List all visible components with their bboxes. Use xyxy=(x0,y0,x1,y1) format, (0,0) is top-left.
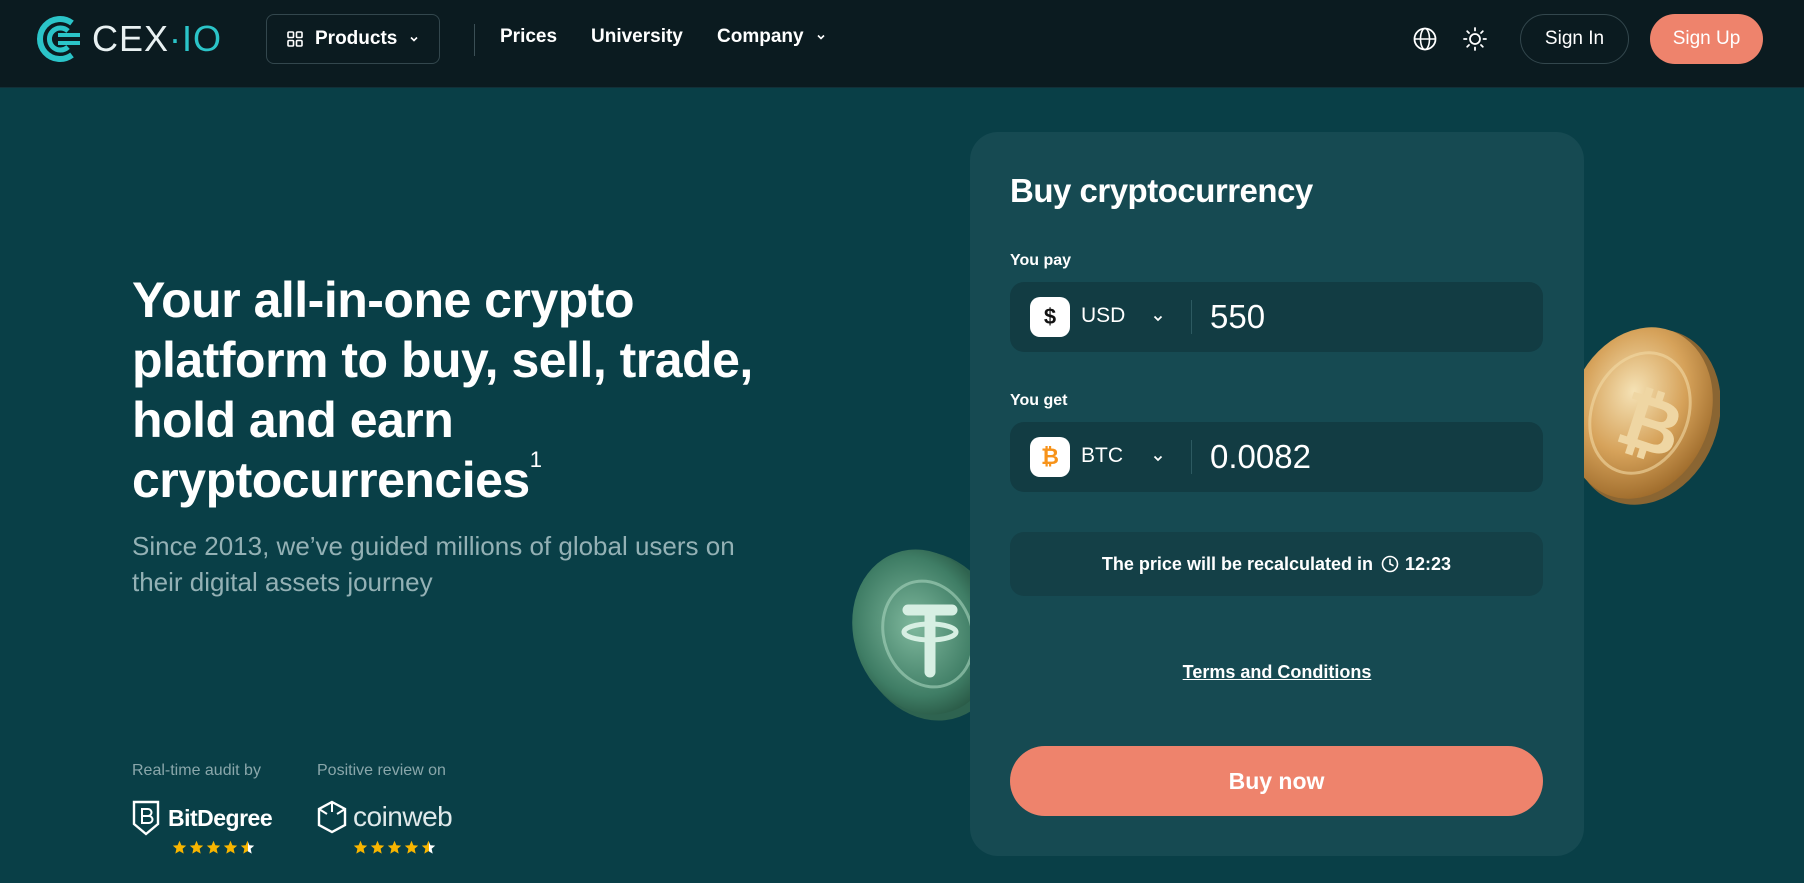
bitdegree-text: BitDegree xyxy=(168,804,273,831)
widget-title: Buy cryptocurrency xyxy=(1010,172,1313,209)
you-get-field: ₿ BTC xyxy=(1010,422,1543,492)
you-get-label: You get xyxy=(1010,392,1068,409)
pay-amount-input[interactable] xyxy=(1210,294,1520,340)
top-nav: CEX·IO Products Prices University Compan… xyxy=(0,0,1804,88)
recalc-timer: 12:23 xyxy=(1405,553,1452,574)
nav-prices[interactable]: Prices xyxy=(500,26,557,48)
sign-in-button[interactable]: Sign In xyxy=(1520,14,1629,64)
get-currency-select[interactable]: BTC xyxy=(1081,444,1123,468)
star-icon xyxy=(387,840,402,854)
clock-icon xyxy=(1381,555,1399,573)
pay-currency-select[interactable]: USD xyxy=(1081,304,1125,328)
you-pay-field: $ USD xyxy=(1010,282,1543,352)
grid-icon xyxy=(287,31,303,47)
nav-university[interactable]: University xyxy=(591,26,683,48)
terms-link[interactable]: Terms and Conditions xyxy=(970,662,1584,683)
audit-label: Real-time audit by xyxy=(132,762,261,779)
sign-up-button[interactable]: Sign Up xyxy=(1650,14,1763,64)
buy-crypto-widget: Buy cryptocurrency You pay $ USD You get… xyxy=(970,132,1584,856)
tether-coin-icon xyxy=(852,549,988,721)
star-icon xyxy=(189,840,204,854)
star-icon xyxy=(206,840,221,854)
products-menu-button[interactable]: Products xyxy=(266,14,440,64)
globe-icon[interactable] xyxy=(1412,26,1438,52)
nav-company-label: Company xyxy=(717,26,804,47)
bitdegree-shield-icon xyxy=(132,800,160,836)
dollar-icon: $ xyxy=(1030,297,1070,337)
star-icon xyxy=(404,840,419,854)
you-pay-label: You pay xyxy=(1010,252,1072,269)
logo-text: CEX·IO xyxy=(92,18,223,59)
half-star-icon xyxy=(421,840,436,854)
field-divider xyxy=(1191,300,1192,334)
recalc-text: The price will be recalculated in xyxy=(1101,553,1374,574)
chevron-down-icon xyxy=(817,34,825,40)
cexio-logo-icon xyxy=(37,16,80,62)
buy-now-button[interactable]: Buy now xyxy=(1010,746,1543,816)
hero-title-text: Your all-in-one crypto platform to buy, … xyxy=(132,272,753,508)
bitcoin-icon: ₿ xyxy=(1030,437,1070,477)
coinweb-rating xyxy=(353,840,438,855)
chevron-down-icon xyxy=(410,36,418,42)
star-icon xyxy=(353,840,368,854)
bitcoin-coin-icon: ₿ xyxy=(1570,327,1720,505)
cexio-logo[interactable]: CEX·IO xyxy=(32,12,222,66)
half-star-icon xyxy=(240,840,255,854)
review-label: Positive review on xyxy=(317,762,446,779)
hero-title: Your all-in-one crypto platform to buy, … xyxy=(132,270,832,510)
nav-company[interactable]: Company xyxy=(717,26,826,48)
hero-title-footnote: 1 xyxy=(529,447,542,472)
nav-divider xyxy=(474,24,475,56)
coinweb-text: coinweb xyxy=(353,801,453,832)
sun-icon[interactable] xyxy=(1462,26,1488,52)
recalculation-notice: The price will be recalculated in 12:23 xyxy=(1010,532,1543,596)
products-label: Products xyxy=(315,28,398,49)
bitdegree-rating xyxy=(172,840,257,855)
hero-subtitle: Since 2013, we’ve guided millions of glo… xyxy=(132,531,735,597)
star-icon xyxy=(223,840,238,854)
chevron-down-icon[interactable] xyxy=(1152,312,1164,324)
star-icon xyxy=(370,840,385,854)
get-amount-input[interactable] xyxy=(1210,434,1520,480)
field-divider xyxy=(1191,440,1192,474)
coinweb-cube-icon xyxy=(317,800,347,834)
coinweb-logo[interactable]: coinweb xyxy=(317,800,453,834)
star-icon xyxy=(172,840,187,854)
chevron-down-icon[interactable] xyxy=(1152,452,1164,464)
bitdegree-logo[interactable]: BitDegree xyxy=(132,800,273,836)
